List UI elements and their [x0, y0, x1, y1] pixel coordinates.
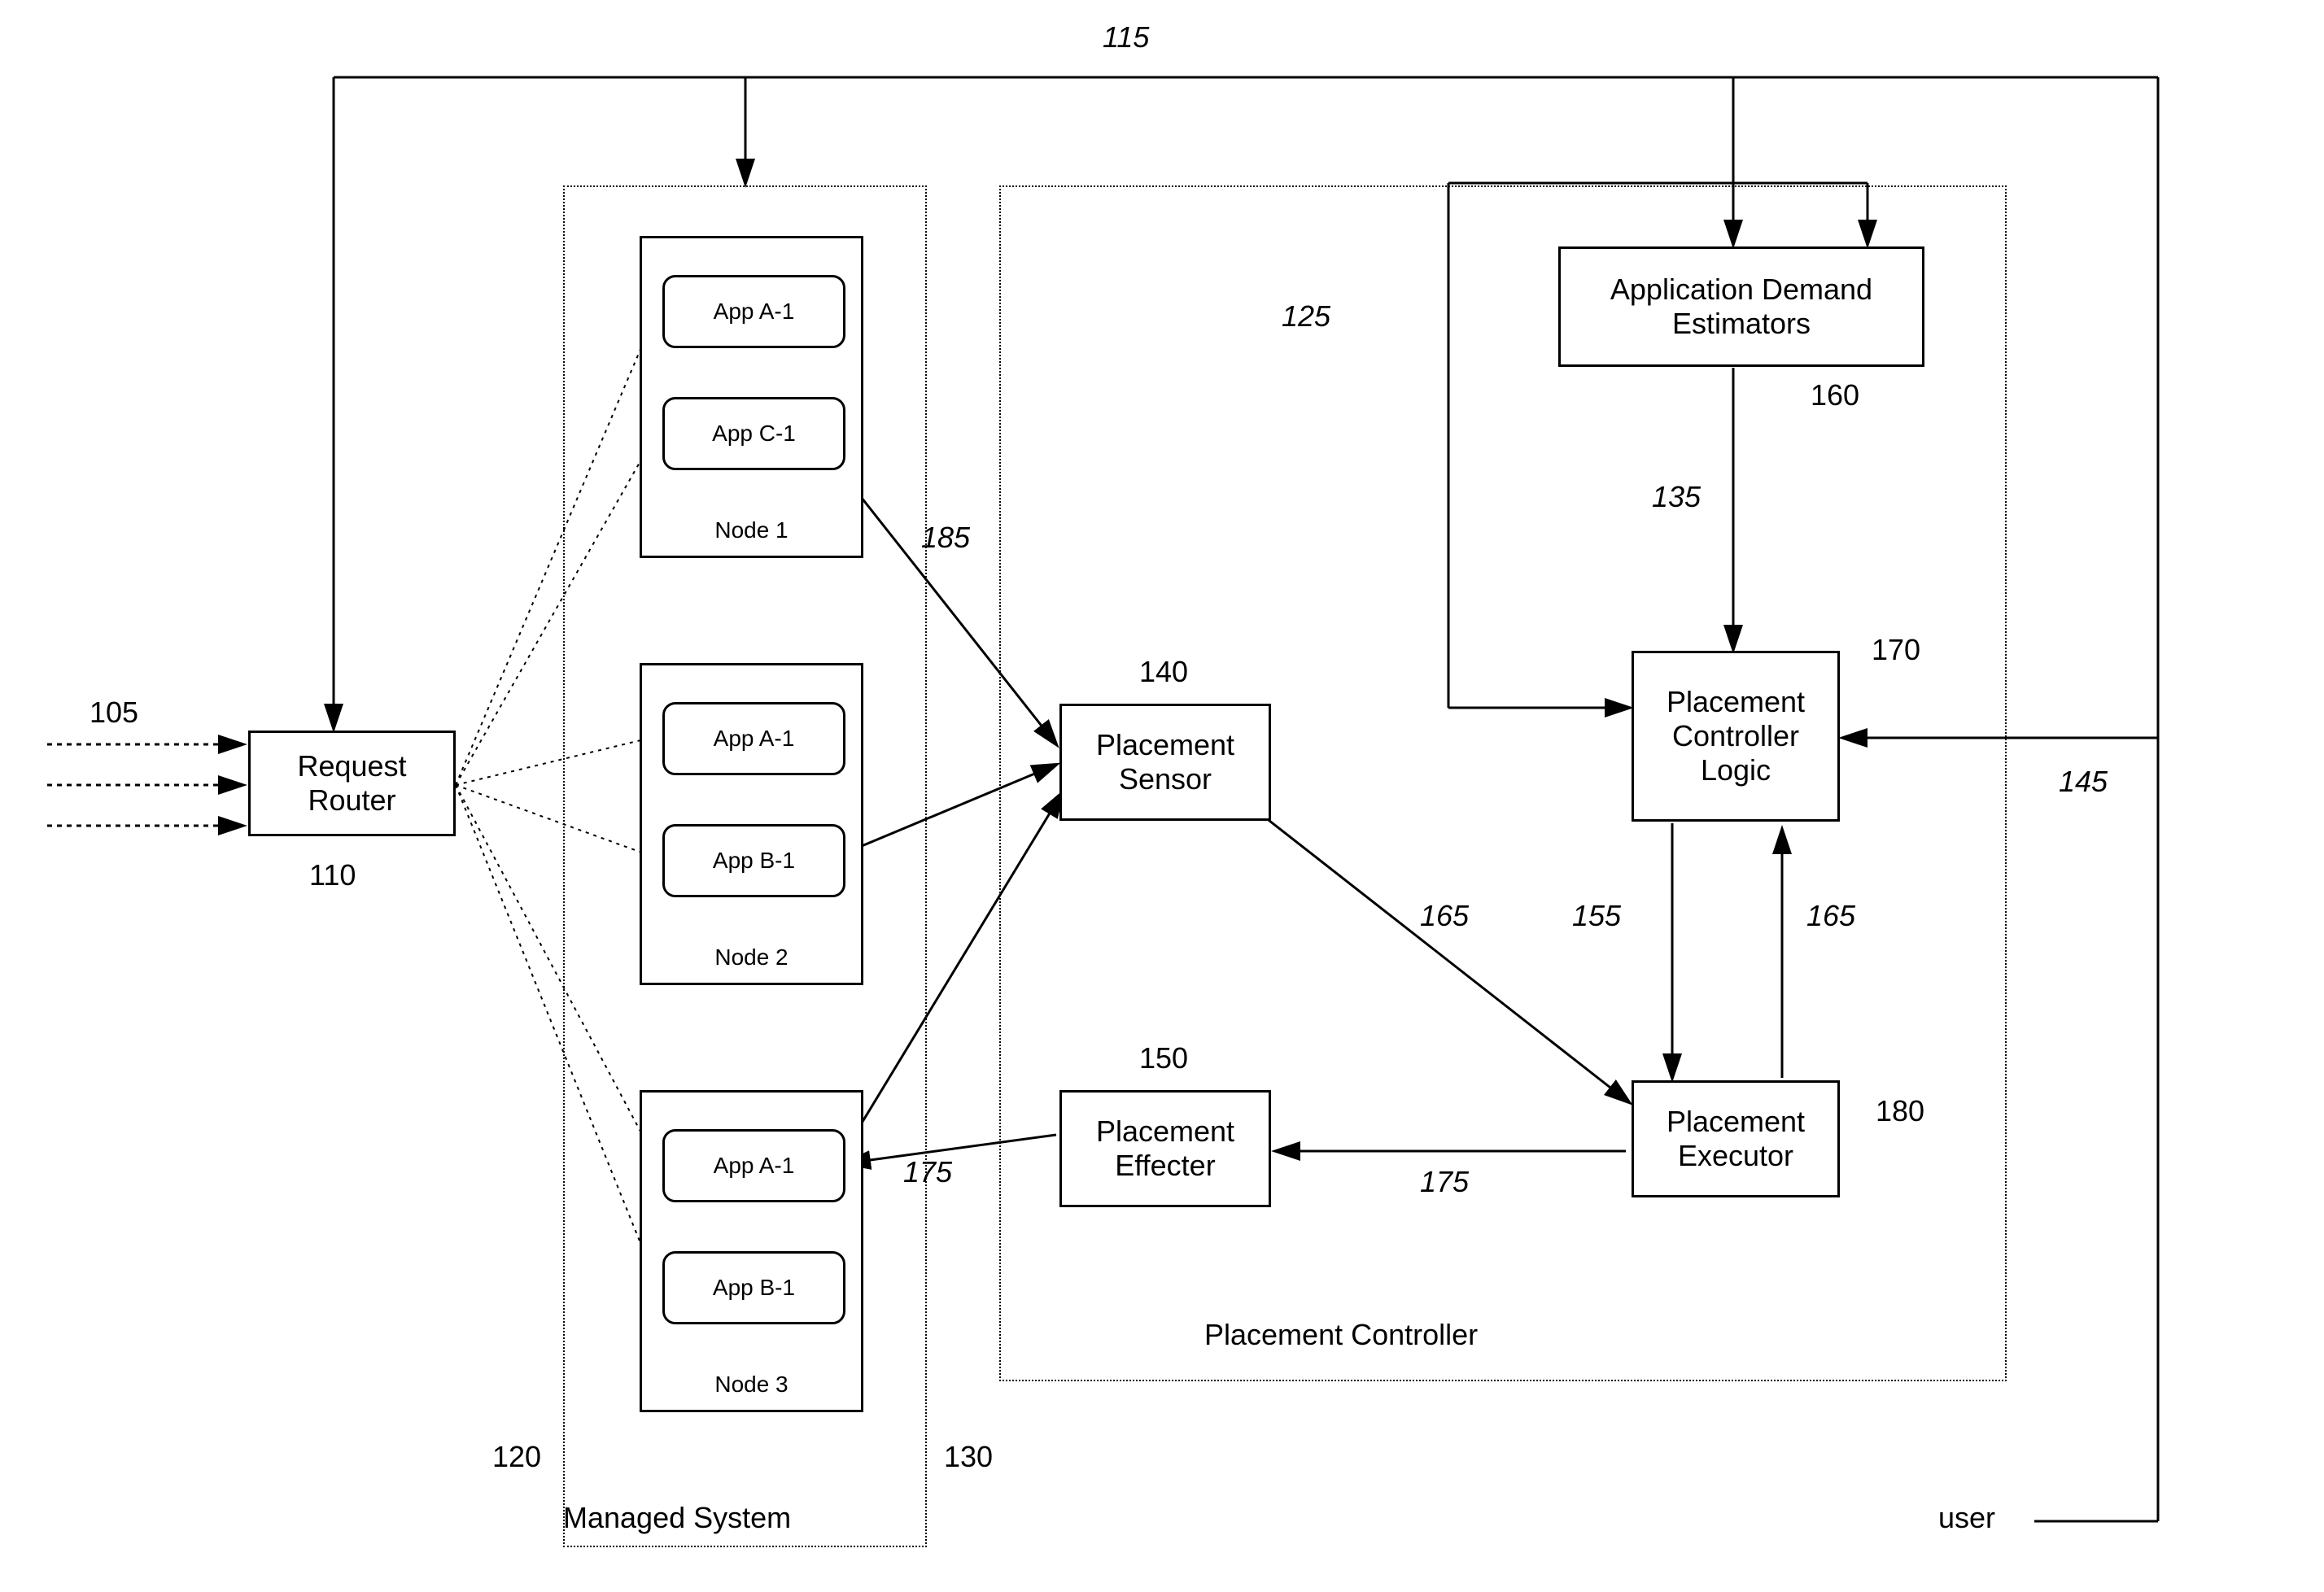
label-155: 155: [1572, 899, 1621, 933]
label-145: 145: [2059, 765, 2108, 799]
label-135: 135: [1652, 480, 1701, 514]
label-160: 160: [1811, 378, 1859, 412]
node2-app-b1: App B-1: [662, 824, 845, 897]
node2-box: App A-1 App B-1 Node 2: [640, 663, 863, 985]
label-180: 180: [1876, 1094, 1924, 1128]
app-demand-est-box: Application Demand Estimators: [1558, 246, 1924, 367]
label-175a: 175: [903, 1155, 952, 1189]
label-185: 185: [921, 521, 970, 555]
placement-sensor-box: Placement Sensor: [1059, 704, 1271, 821]
label-125: 125: [1282, 299, 1330, 334]
placement-effecter-label: Placement Effecter: [1096, 1114, 1234, 1183]
label-175b: 175: [1420, 1165, 1469, 1199]
node2-app-a1: App A-1: [662, 702, 845, 775]
label-user: user: [1938, 1501, 1995, 1535]
placement-controller-logic-label: Placement Controller Logic: [1667, 685, 1805, 787]
label-165b: 165: [1806, 899, 1855, 933]
label-140: 140: [1139, 655, 1188, 689]
placement-executor-label: Placement Executor: [1667, 1105, 1805, 1173]
label-165a: 165: [1420, 899, 1469, 933]
placement-sensor-label: Placement Sensor: [1096, 728, 1234, 796]
placement-controller-logic-box: Placement Controller Logic: [1632, 651, 1840, 822]
diagram-container: Request Router App A-1 App C-1 Node 1 Ap…: [0, 0, 2324, 1592]
placement-effecter-box: Placement Effecter: [1059, 1090, 1271, 1207]
label-placement-controller: Placement Controller: [1204, 1318, 1478, 1352]
placement-executor-box: Placement Executor: [1632, 1080, 1840, 1197]
node1-app-c1: App C-1: [662, 397, 845, 470]
label-110: 110: [309, 858, 356, 892]
node3-label: Node 3: [642, 1372, 861, 1398]
app-demand-est-label: Application Demand Estimators: [1610, 273, 1872, 341]
node3-box: App A-1 App B-1 Node 3: [640, 1090, 863, 1412]
node1-label: Node 1: [642, 517, 861, 543]
request-router-label: Request Router: [297, 749, 406, 818]
node1-box: App A-1 App C-1 Node 1: [640, 236, 863, 558]
label-105: 105: [90, 696, 138, 730]
node2-label: Node 2: [642, 944, 861, 970]
label-120: 120: [492, 1440, 541, 1474]
request-router-box: Request Router: [248, 731, 456, 836]
label-150: 150: [1139, 1041, 1188, 1075]
label-115: 115: [1103, 20, 1149, 55]
node1-app-a1: App A-1: [662, 275, 845, 348]
label-managed-system: Managed System: [563, 1501, 791, 1535]
label-170: 170: [1872, 633, 1920, 667]
node3-app-a1: App A-1: [662, 1129, 845, 1202]
label-130: 130: [944, 1440, 993, 1474]
node3-app-b1: App B-1: [662, 1251, 845, 1324]
